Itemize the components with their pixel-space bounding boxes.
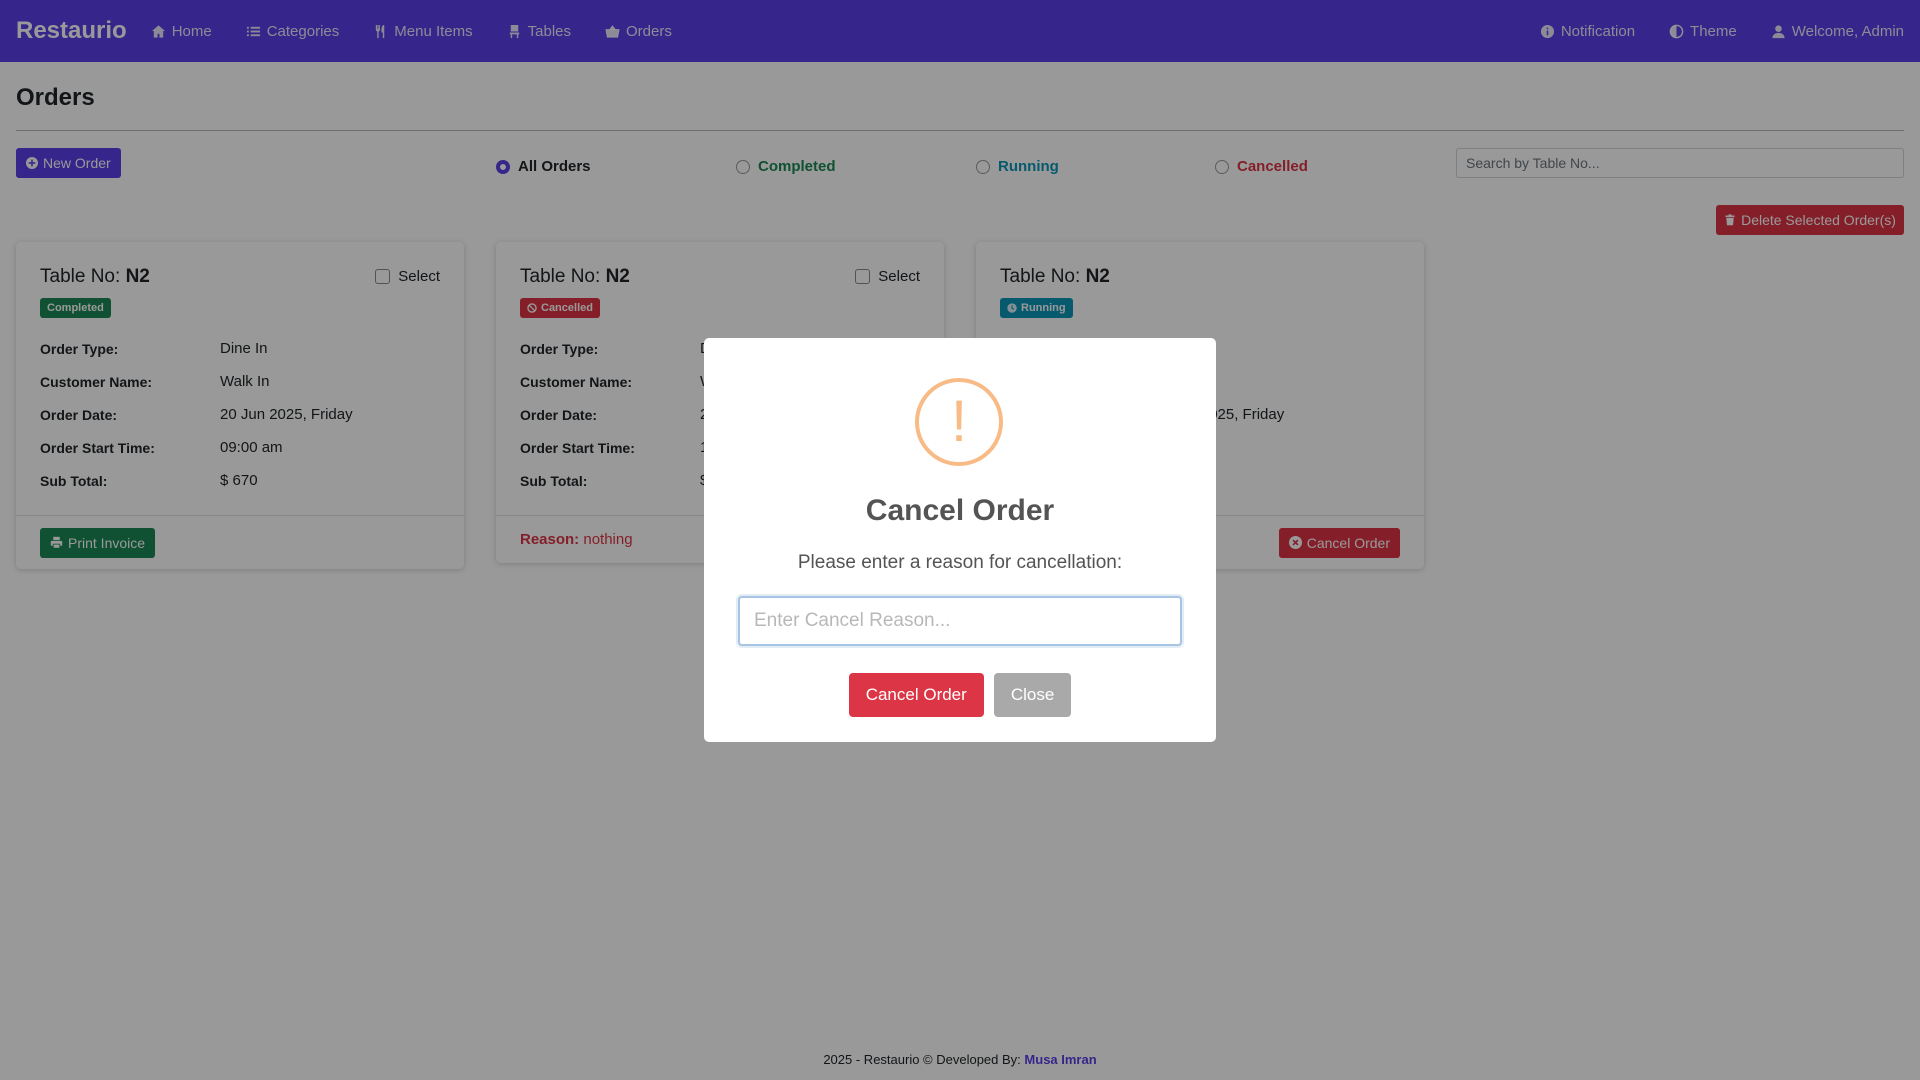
modal-message: Please enter a reason for cancellation: [797, 552, 1123, 573]
warning-icon: ! [915, 378, 1003, 466]
close-button[interactable]: Close [993, 673, 1072, 717]
cancel-order-modal: ! Cancel Order Please enter a reason for… [704, 338, 1216, 742]
modal-actions: Cancel Order Close [704, 673, 1216, 717]
confirm-cancel-button[interactable]: Cancel Order [848, 673, 984, 717]
modal-title: Cancel Order [865, 494, 1055, 527]
cancel-reason-input[interactable] [738, 596, 1182, 646]
